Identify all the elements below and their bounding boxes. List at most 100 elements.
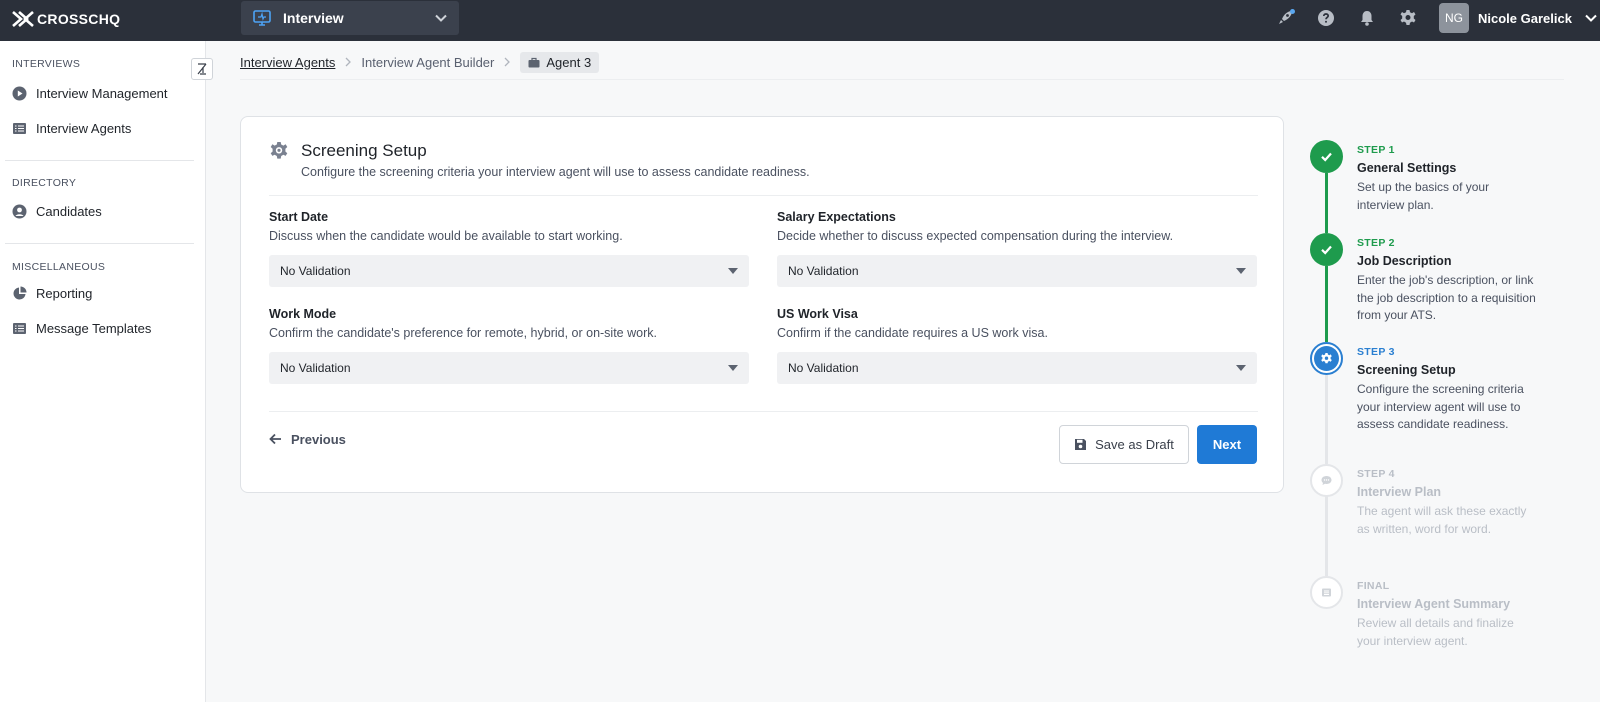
breadcrumb-link-interview-agents[interactable]: Interview Agents: [240, 55, 335, 70]
field-description: Discuss when the candidate would be avai…: [269, 229, 623, 243]
top-icon-group: [1274, 0, 1419, 35]
step-number: STEP 2: [1357, 237, 1395, 249]
product-switcher[interactable]: Interview: [241, 1, 459, 35]
top-bar: CROSSCHQ Interview NG Nicole Garelick: [0, 0, 1600, 41]
previous-label: Previous: [291, 431, 346, 447]
pie-chart-icon: [13, 286, 27, 300]
user-menu[interactable]: NG Nicole Garelick: [1439, 3, 1597, 33]
sidebar-item-label: Reporting: [36, 286, 93, 301]
step-connector: [1325, 375, 1328, 464]
crosschq-logo-icon: [12, 11, 34, 27]
page-subtitle: Configure the screening criteria your in…: [301, 165, 810, 179]
chevron-down-icon: [435, 14, 447, 22]
caret-down-icon: [728, 365, 738, 371]
settings-button[interactable]: [1397, 7, 1419, 29]
list-icon: [13, 323, 26, 334]
caret-down-icon: [728, 268, 738, 274]
step-description: Review all details and finalize your int…: [1357, 616, 1514, 648]
field-label: Salary Expectations: [777, 210, 896, 224]
sidebar-item-interview-management[interactable]: Interview Management: [12, 86, 168, 101]
sidebar: INTERVIEWS Interview Management Intervie…: [0, 41, 213, 702]
us-work-visa-select[interactable]: No Validation: [777, 352, 1257, 384]
breadcrumb: Interview Agents Interview Agent Builder…: [240, 51, 600, 73]
avatar: NG: [1439, 3, 1469, 33]
step-3-indicator[interactable]: [1310, 342, 1343, 375]
briefcase-icon: [528, 57, 540, 67]
progress-stepper: STEP 1 General Settings Set up the basic…: [1310, 140, 1560, 680]
select-value: No Validation: [280, 361, 351, 375]
step-2-indicator[interactable]: [1310, 233, 1343, 266]
step-description: Configure the screening criteria your in…: [1357, 382, 1524, 431]
start-date-select[interactable]: No Validation: [269, 255, 749, 287]
step-4[interactable]: STEP 4 Interview Plan The agent will ask…: [1357, 468, 1537, 538]
check-icon: [1321, 245, 1332, 255]
field-description: Decide whether to discuss expected compe…: [777, 229, 1174, 243]
sidebar-item-label: Interview Agents: [36, 121, 132, 136]
step-title: Interview Agent Summary: [1357, 597, 1511, 611]
user-name: Nicole Garelick: [1478, 10, 1572, 26]
floppy-disk-icon: [1075, 439, 1087, 450]
step-connector: [1325, 173, 1328, 233]
step-description: Set up the basics of your interview plan…: [1357, 180, 1490, 212]
sidebar-divider: [5, 243, 194, 244]
step-4-indicator[interactable]: [1310, 464, 1343, 497]
collapse-icon: [197, 63, 207, 75]
user-circle-icon: [12, 204, 27, 219]
step-connector: [1325, 266, 1328, 342]
next-button[interactable]: Next: [1197, 425, 1257, 464]
step-number: FINAL: [1357, 580, 1390, 592]
sidebar-item-interview-agents[interactable]: Interview Agents: [12, 121, 131, 136]
step-title: Screening Setup: [1357, 363, 1456, 377]
sidebar-item-label: Message Templates: [36, 321, 152, 336]
crosschq-logo[interactable]: CROSSCHQ: [12, 8, 120, 30]
final-step-indicator[interactable]: [1310, 576, 1343, 609]
check-icon: [1321, 152, 1332, 162]
sidebar-item-label: Candidates: [36, 204, 102, 219]
start-date-field: Start Date Discuss when the candidate wo…: [269, 210, 749, 287]
salary-expectations-select[interactable]: No Validation: [777, 255, 1257, 287]
step-2[interactable]: STEP 2 Job Description Enter the job's d…: [1357, 237, 1537, 325]
sidebar-section-title: INTERVIEWS: [12, 58, 81, 70]
select-value: No Validation: [788, 361, 859, 375]
chevron-right-icon: [504, 57, 511, 67]
sidebar-section-title: DIRECTORY: [12, 177, 77, 189]
rocket-button[interactable]: [1274, 7, 1296, 29]
sidebar-divider: [5, 160, 194, 161]
field-label: Start Date: [269, 210, 329, 224]
chat-bubble-icon: [1321, 476, 1332, 485]
save-as-draft-button[interactable]: Save as Draft: [1059, 425, 1189, 464]
save-as-draft-label: Save as Draft: [1095, 437, 1174, 452]
sidebar-item-message-templates[interactable]: Message Templates: [12, 321, 151, 336]
step-3[interactable]: STEP 3 Screening Setup Configure the scr…: [1357, 346, 1537, 434]
breadcrumb-current: Agent 3: [520, 51, 600, 73]
sidebar-item-reporting[interactable]: Reporting: [12, 286, 92, 301]
caret-down-icon: [1236, 365, 1246, 371]
final-step[interactable]: FINAL Interview Agent Summary Review all…: [1357, 580, 1537, 650]
select-value: No Validation: [280, 264, 351, 278]
field-description: Confirm if the candidate requires a US w…: [777, 326, 1048, 340]
step-1[interactable]: STEP 1 General Settings Set up the basic…: [1357, 144, 1537, 214]
step-connector: [1325, 493, 1328, 576]
field-label: US Work Visa: [777, 307, 858, 321]
summary-list-icon: [1322, 588, 1331, 597]
breadcrumb-item-builder[interactable]: Interview Agent Builder: [361, 55, 494, 70]
step-title: Interview Plan: [1357, 485, 1442, 499]
brand-name: CROSSCHQ: [37, 11, 121, 27]
field-description: Confirm the candidate's preference for r…: [269, 326, 657, 340]
card-divider: [269, 195, 1258, 196]
work-mode-select[interactable]: No Validation: [269, 352, 749, 384]
help-button[interactable]: [1315, 7, 1337, 29]
notifications-button[interactable]: [1356, 7, 1378, 29]
step-1-indicator[interactable]: [1310, 140, 1343, 173]
sidebar-section-title: MISCELLANEOUS: [12, 261, 106, 273]
select-value: No Validation: [788, 264, 859, 278]
previous-button[interactable]: Previous: [269, 429, 346, 449]
salary-expectations-field: Salary Expectations Decide whether to di…: [777, 210, 1257, 287]
step-title: Job Description: [1357, 254, 1452, 268]
collapse-sidebar-button[interactable]: [191, 58, 213, 80]
chevron-down-icon: [1585, 14, 1597, 22]
sidebar-item-candidates[interactable]: Candidates: [12, 204, 102, 219]
step-title: General Settings: [1357, 161, 1457, 175]
play-circle-icon: [12, 86, 27, 101]
work-mode-field: Work Mode Confirm the candidate's prefer…: [269, 307, 749, 384]
